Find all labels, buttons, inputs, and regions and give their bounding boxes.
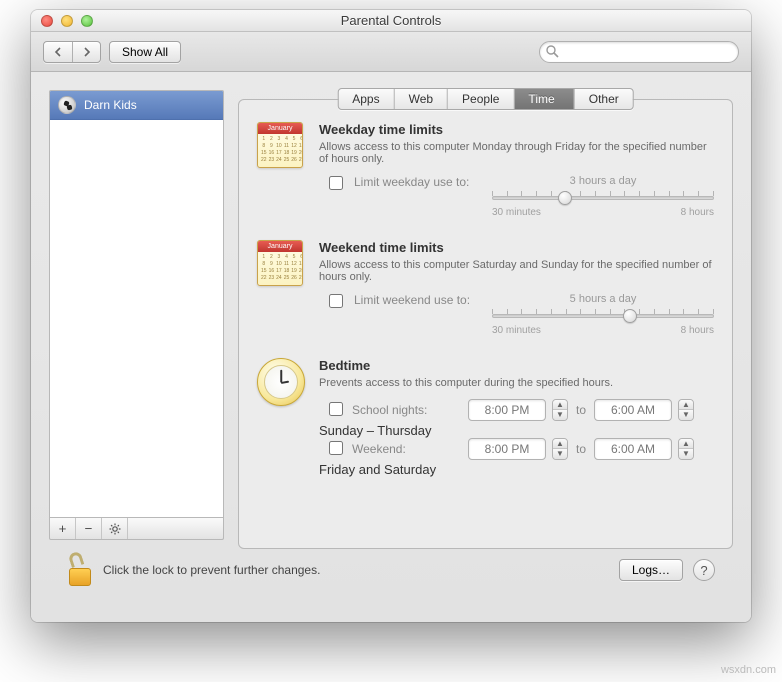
search-field-wrap bbox=[539, 41, 739, 63]
bedtime-school-row: School nights: ▲▼ to ▲▼ bbox=[319, 399, 714, 421]
weekday-title: Weekday time limits bbox=[319, 122, 714, 137]
weekday-max-label: 8 hours bbox=[681, 207, 714, 218]
weekend-to-stepper[interactable]: ▲▼ bbox=[678, 438, 694, 460]
soccer-ball-icon bbox=[58, 96, 76, 114]
watermark: wsxdn.com bbox=[721, 664, 776, 676]
school-nights-sublabel: Sunday – Thursday bbox=[319, 423, 714, 438]
window-title: Parental Controls bbox=[31, 13, 751, 28]
step-up-icon[interactable]: ▲ bbox=[679, 400, 693, 410]
weekend-nights-label: Weekend: bbox=[352, 442, 462, 456]
to-word: to bbox=[574, 442, 588, 456]
bedtime-title: Bedtime bbox=[319, 358, 714, 373]
preferences-window: Parental Controls Show All bbox=[31, 10, 751, 622]
calendar-icon: January 12345678910111213141516171819202… bbox=[257, 122, 303, 168]
step-down-icon[interactable]: ▼ bbox=[553, 410, 567, 420]
tab-time-limits[interactable]: Time Limits bbox=[514, 89, 574, 109]
logs-button[interactable]: Logs… bbox=[619, 559, 683, 581]
slider-knob-icon[interactable] bbox=[558, 191, 572, 205]
weekend-title: Weekend time limits bbox=[319, 240, 714, 255]
weekend-slider[interactable] bbox=[492, 307, 714, 323]
weekend-nights-sublabel: Friday and Saturday bbox=[319, 462, 714, 477]
weekday-value-label: 3 hours a day bbox=[492, 175, 714, 187]
calendar-icon: January 12345678910111213141516171819202… bbox=[257, 240, 303, 286]
tabs: Apps Web People Time Limits Other bbox=[337, 88, 634, 110]
weekend-limit-checkbox[interactable] bbox=[329, 294, 343, 308]
show-all-button[interactable]: Show All bbox=[109, 41, 181, 63]
slider-knob-icon[interactable] bbox=[623, 309, 637, 323]
chevron-right-icon bbox=[82, 47, 92, 57]
minimize-icon[interactable] bbox=[61, 15, 73, 27]
to-word: to bbox=[574, 403, 588, 417]
bedtime-weekend-row: Weekend: ▲▼ to ▲▼ bbox=[319, 438, 714, 460]
step-down-icon[interactable]: ▼ bbox=[679, 410, 693, 420]
footer: Click the lock to prevent further change… bbox=[49, 554, 733, 604]
school-nights-checkbox[interactable] bbox=[329, 402, 343, 416]
section-weekday: January 12345678910111213141516171819202… bbox=[257, 122, 714, 218]
tab-other[interactable]: Other bbox=[575, 89, 633, 109]
school-from-stepper[interactable]: ▲▼ bbox=[552, 399, 568, 421]
weekday-limit-label: Limit weekday use to: bbox=[354, 175, 484, 189]
user-actions: + − bbox=[49, 518, 224, 540]
chevron-left-icon bbox=[53, 47, 63, 57]
step-up-icon[interactable]: ▲ bbox=[553, 400, 567, 410]
weekend-from-stepper[interactable]: ▲▼ bbox=[552, 438, 568, 460]
bedtime-desc: Prevents access to this computer during … bbox=[319, 377, 714, 389]
tab-apps[interactable]: Apps bbox=[338, 89, 394, 109]
toolbar: Show All bbox=[31, 32, 751, 72]
section-bedtime: Bedtime Prevents access to this computer… bbox=[257, 358, 714, 477]
tab-web[interactable]: Web bbox=[395, 89, 448, 109]
tab-people[interactable]: People bbox=[448, 89, 514, 109]
weekend-limit-label: Limit weekend use to: bbox=[354, 293, 484, 307]
school-from-time[interactable] bbox=[468, 399, 546, 421]
step-down-icon[interactable]: ▼ bbox=[553, 449, 567, 459]
close-icon[interactable] bbox=[41, 15, 53, 27]
step-up-icon[interactable]: ▲ bbox=[679, 439, 693, 449]
user-action-menu-button[interactable] bbox=[102, 518, 128, 539]
lock-text: Click the lock to prevent further change… bbox=[103, 563, 609, 577]
weekday-limit-checkbox[interactable] bbox=[329, 176, 343, 190]
clock-icon bbox=[257, 358, 305, 406]
help-button[interactable]: ? bbox=[693, 559, 715, 581]
weekend-max-label: 8 hours bbox=[681, 325, 714, 336]
search-icon bbox=[545, 44, 559, 61]
user-panel: Darn Kids + − bbox=[49, 90, 224, 540]
section-weekend: January 12345678910111213141516171819202… bbox=[257, 240, 714, 336]
tab-panel: Apps Web People Time Limits Other Januar… bbox=[238, 90, 733, 540]
weekend-from-time[interactable] bbox=[468, 438, 546, 460]
user-name: Darn Kids bbox=[84, 98, 137, 112]
weekend-min-label: 30 minutes bbox=[492, 325, 541, 336]
search-input[interactable] bbox=[539, 41, 739, 63]
weekday-desc: Allows access to this computer Monday th… bbox=[319, 141, 714, 165]
nav-back-forward bbox=[43, 41, 101, 63]
weekend-nights-checkbox[interactable] bbox=[329, 441, 343, 455]
zoom-icon[interactable] bbox=[81, 15, 93, 27]
step-down-icon[interactable]: ▼ bbox=[679, 449, 693, 459]
body: Darn Kids + − Apps Web People bbox=[31, 72, 751, 622]
user-row[interactable]: Darn Kids bbox=[50, 91, 223, 120]
weekday-min-label: 30 minutes bbox=[492, 207, 541, 218]
gear-icon bbox=[109, 523, 121, 535]
school-nights-label: School nights: bbox=[352, 403, 462, 417]
weekday-slider[interactable] bbox=[492, 189, 714, 205]
back-button[interactable] bbox=[44, 42, 72, 62]
forward-button[interactable] bbox=[72, 42, 100, 62]
remove-user-button[interactable]: − bbox=[76, 518, 102, 539]
step-up-icon[interactable]: ▲ bbox=[553, 439, 567, 449]
tab-content: January 12345678910111213141516171819202… bbox=[238, 99, 733, 549]
weekend-desc: Allows access to this computer Saturday … bbox=[319, 259, 714, 283]
weekend-value-label: 5 hours a day bbox=[492, 293, 714, 305]
school-to-time[interactable] bbox=[594, 399, 672, 421]
user-list[interactable]: Darn Kids bbox=[49, 90, 224, 518]
add-user-button[interactable]: + bbox=[50, 518, 76, 539]
school-to-stepper[interactable]: ▲▼ bbox=[678, 399, 694, 421]
titlebar: Parental Controls bbox=[31, 10, 751, 32]
lock-icon[interactable] bbox=[67, 554, 93, 586]
weekend-to-time[interactable] bbox=[594, 438, 672, 460]
window-controls bbox=[31, 15, 93, 27]
